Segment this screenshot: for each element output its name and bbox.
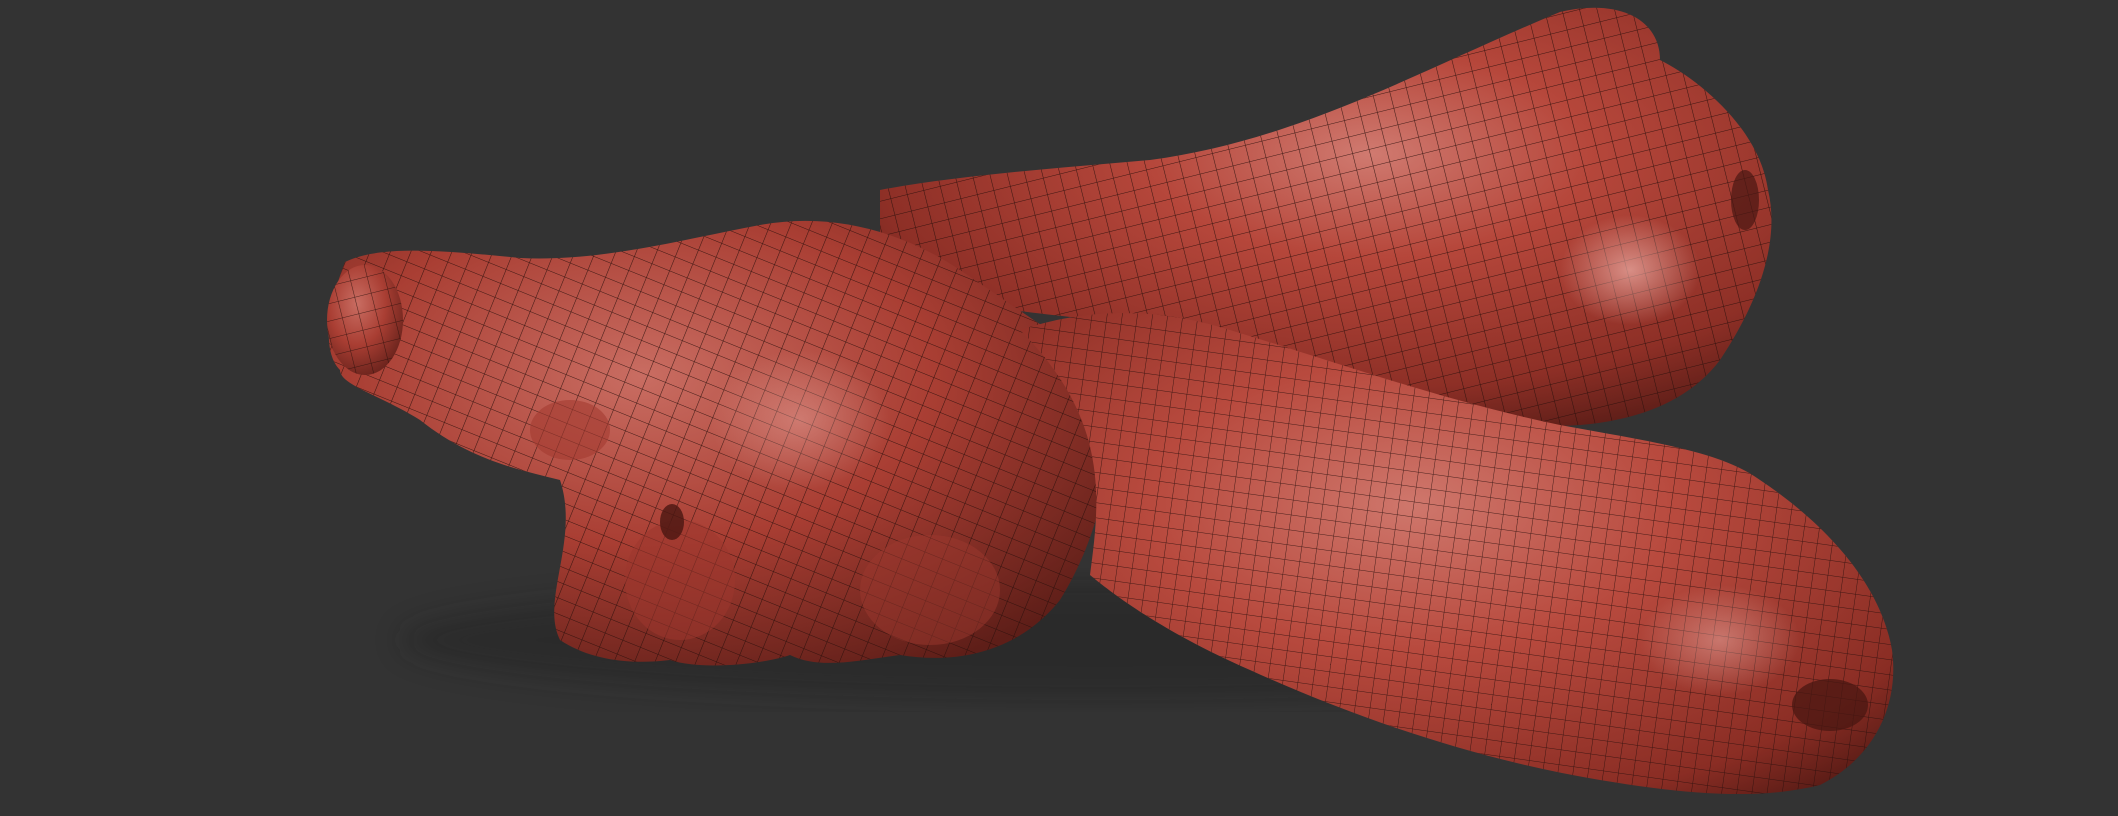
3d-viewport[interactable] [0,0,2118,816]
knob-lower-middle [860,535,1000,645]
branch-tip-opening [1792,679,1868,731]
branch-tip-notch [1731,170,1759,230]
knob-eye [660,504,684,540]
knob-lower-left [625,520,735,640]
knob-left [530,400,610,460]
sculpt-scene[interactable] [0,0,2118,816]
